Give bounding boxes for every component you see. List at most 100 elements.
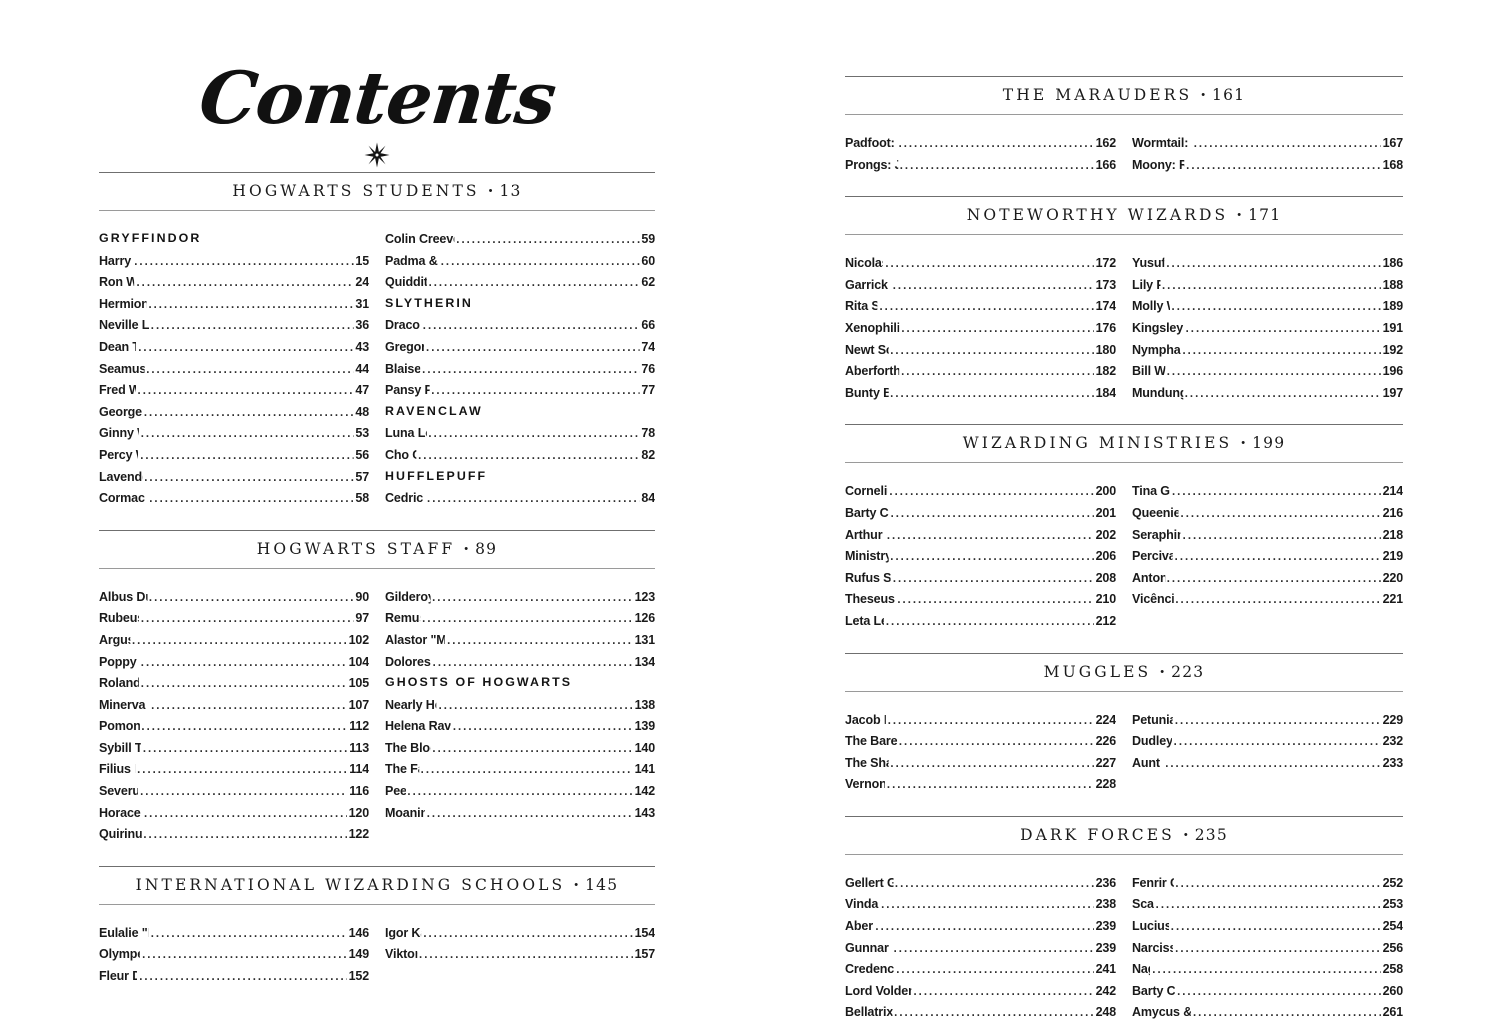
toc-entry[interactable]: Quirinus Quirrell.......................… bbox=[99, 823, 369, 845]
toc-entry[interactable]: Nymphadora Tonks........................… bbox=[1132, 339, 1403, 361]
toc-entry[interactable]: Neville Longbottom......................… bbox=[99, 314, 369, 336]
toc-entry[interactable]: Blaise Zabini...........................… bbox=[385, 358, 655, 380]
toc-entry[interactable]: The Barebone Family.....................… bbox=[845, 730, 1116, 752]
toc-entry[interactable]: Cedric Diggory..........................… bbox=[385, 487, 655, 509]
toc-entry[interactable]: Credence Barebone.......................… bbox=[845, 958, 1116, 980]
toc-entry[interactable]: Queenie Goldstein.......................… bbox=[1132, 502, 1403, 524]
toc-entry[interactable]: Pansy Parkinson.........................… bbox=[385, 379, 655, 401]
toc-entry[interactable]: Lucius Malfoy...........................… bbox=[1132, 915, 1403, 937]
toc-entry[interactable]: Garrick Ollivander......................… bbox=[845, 274, 1116, 296]
toc-entry[interactable]: Wormtail: Peter Pettigrew...............… bbox=[1132, 132, 1403, 154]
toc-entry[interactable]: Aberforth Dumbledore....................… bbox=[845, 360, 1116, 382]
toc-entry[interactable]: Prongs: James Potter....................… bbox=[845, 154, 1116, 176]
toc-entry[interactable]: Amycus & Alecto Carrow..................… bbox=[1132, 1001, 1403, 1023]
toc-entry[interactable]: Xenophilius Lovegood....................… bbox=[845, 317, 1116, 339]
toc-entry[interactable]: Lily Potter.............................… bbox=[1132, 274, 1403, 296]
toc-entry[interactable]: Moony: Remus Lupin......................… bbox=[1132, 154, 1403, 176]
toc-entry[interactable]: Tina Goldstein..........................… bbox=[1132, 480, 1403, 502]
toc-entry[interactable]: Kingsley Shacklebolt....................… bbox=[1132, 317, 1403, 339]
toc-entry[interactable]: Padfoot: Sirius Black...................… bbox=[845, 132, 1116, 154]
toc-entry[interactable]: Dudley Dursley..........................… bbox=[1132, 730, 1403, 752]
toc-entry[interactable]: Rolanda Hooch...........................… bbox=[99, 672, 369, 694]
toc-entry[interactable]: Fenrir Greyback.........................… bbox=[1132, 872, 1403, 894]
toc-entry[interactable]: Padma & Parvati Patil...................… bbox=[385, 250, 655, 272]
toc-entry[interactable]: Ron Weasley.............................… bbox=[99, 271, 369, 293]
toc-entry[interactable]: Gellert Grindelwald.....................… bbox=[845, 872, 1116, 894]
toc-entry[interactable]: Cormac McLaggen.........................… bbox=[99, 487, 369, 509]
toc-entry[interactable]: Newt Scamander..........................… bbox=[845, 339, 1116, 361]
toc-entry[interactable]: Nagini..................................… bbox=[1132, 958, 1403, 980]
toc-entry[interactable]: The Fat Friar...........................… bbox=[385, 758, 655, 780]
toc-entry[interactable]: Nearly Headless Nick....................… bbox=[385, 694, 655, 716]
toc-entry[interactable]: Remus Lupin.............................… bbox=[385, 607, 655, 629]
toc-entry[interactable]: Arthur Weasley..........................… bbox=[845, 524, 1116, 546]
toc-entry[interactable]: Poppy Pomfrey...........................… bbox=[99, 651, 369, 673]
toc-entry[interactable]: Horace Slughorn.........................… bbox=[99, 802, 369, 824]
toc-entry[interactable]: Abernathy...............................… bbox=[845, 915, 1116, 937]
toc-entry[interactable]: Colin Creevey & Nigel Wolpert...........… bbox=[385, 228, 655, 250]
toc-entry[interactable]: Quidditch Team..........................… bbox=[385, 271, 655, 293]
toc-entry[interactable]: Anton Vogel.............................… bbox=[1132, 567, 1403, 589]
toc-entry[interactable]: Argus Filch.............................… bbox=[99, 629, 369, 651]
toc-entry[interactable]: Bellatrix Lestrange.....................… bbox=[845, 1001, 1116, 1023]
toc-entry[interactable]: Filius Flitwick.........................… bbox=[99, 758, 369, 780]
toc-entry[interactable]: Rubeus Hagrid...........................… bbox=[99, 607, 369, 629]
toc-entry[interactable]: Pomona Sprout...........................… bbox=[99, 715, 369, 737]
toc-entry[interactable]: Sybill Trelawney........................… bbox=[99, 737, 369, 759]
toc-entry[interactable]: The Bloody Baron........................… bbox=[385, 737, 655, 759]
toc-entry[interactable]: Cornelius Fudge.........................… bbox=[845, 480, 1116, 502]
toc-entry[interactable]: Bill Weasley............................… bbox=[1132, 360, 1403, 382]
toc-entry[interactable]: Narcissa Malfoy.........................… bbox=[1132, 937, 1403, 959]
toc-entry[interactable]: Draco Malfoy............................… bbox=[385, 314, 655, 336]
toc-entry[interactable]: Fred Weasley............................… bbox=[99, 379, 369, 401]
toc-entry[interactable]: Lord Voldemort & Tom Riddle.............… bbox=[845, 980, 1116, 1002]
toc-entry[interactable]: Fleur Delacour..........................… bbox=[99, 965, 369, 987]
toc-entry[interactable]: Vicência Santos.........................… bbox=[1132, 588, 1403, 610]
toc-entry[interactable]: Minerva McGonagall......................… bbox=[99, 694, 369, 716]
toc-entry[interactable]: Moaning Myrtle..........................… bbox=[385, 802, 655, 824]
toc-entry[interactable]: Rita Skeeter............................… bbox=[845, 295, 1116, 317]
toc-entry[interactable]: Petunia Dursley.........................… bbox=[1132, 709, 1403, 731]
toc-entry[interactable]: Scabior.................................… bbox=[1132, 893, 1403, 915]
toc-entry[interactable]: Ginny Weasley...........................… bbox=[99, 422, 369, 444]
toc-entry[interactable]: Gregory Goyle...........................… bbox=[385, 336, 655, 358]
toc-entry[interactable]: Aunt Marge..............................… bbox=[1132, 752, 1403, 774]
toc-entry[interactable]: Barty Crouch, Jr........................… bbox=[1132, 980, 1403, 1002]
toc-entry[interactable]: Dolores Umbridge........................… bbox=[385, 651, 655, 673]
toc-entry[interactable]: George Weasley..........................… bbox=[99, 401, 369, 423]
toc-entry[interactable]: Olympe Maxime...........................… bbox=[99, 943, 369, 965]
toc-entry[interactable]: Gunnar Grimmson.........................… bbox=[845, 937, 1116, 959]
toc-entry[interactable]: Lavender Brown..........................… bbox=[99, 466, 369, 488]
toc-entry[interactable]: Viktor Krum.............................… bbox=[385, 943, 655, 965]
toc-entry[interactable]: Cho Chang...............................… bbox=[385, 444, 655, 466]
toc-entry[interactable]: Jacob Kowalski..........................… bbox=[845, 709, 1116, 731]
toc-entry[interactable]: Harry Potter............................… bbox=[99, 250, 369, 272]
toc-entry[interactable]: Igor Karkaroff..........................… bbox=[385, 922, 655, 944]
toc-entry[interactable]: Vernon Dursley..........................… bbox=[845, 773, 1116, 795]
toc-entry[interactable]: Alastor "Mad-Eye" Moody.................… bbox=[385, 629, 655, 651]
toc-entry[interactable]: The Shaw Family.........................… bbox=[845, 752, 1116, 774]
toc-entry[interactable]: Seraphina Picquery......................… bbox=[1132, 524, 1403, 546]
toc-entry[interactable]: Gilderoy Lockhart.......................… bbox=[385, 586, 655, 608]
toc-entry[interactable]: Peeves..................................… bbox=[385, 780, 655, 802]
toc-entry[interactable]: Theseus Scamander.......................… bbox=[845, 588, 1116, 610]
toc-entry[interactable]: Rufus Scrimgeour........................… bbox=[845, 567, 1116, 589]
toc-entry[interactable]: Barty Crouch, Sr........................… bbox=[845, 502, 1116, 524]
toc-entry[interactable]: Bunty Broadacre.........................… bbox=[845, 382, 1116, 404]
toc-entry[interactable]: Percival Graves.........................… bbox=[1132, 545, 1403, 567]
toc-entry[interactable]: Dean Thomas.............................… bbox=[99, 336, 369, 358]
toc-entry[interactable]: Albus Dumbledore........................… bbox=[99, 586, 369, 608]
toc-entry[interactable]: Ministry Workers........................… bbox=[845, 545, 1116, 567]
toc-entry[interactable]: Nicolas Flamel..........................… bbox=[845, 252, 1116, 274]
toc-entry[interactable]: Seamus Finnigan.........................… bbox=[99, 358, 369, 380]
toc-entry[interactable]: Yusuf Kama..............................… bbox=[1132, 252, 1403, 274]
toc-entry[interactable]: Percy Weasley...........................… bbox=[99, 444, 369, 466]
toc-entry[interactable]: Eulalie "Lally" Hicks...................… bbox=[99, 922, 369, 944]
toc-entry[interactable]: Luna Lovegood...........................… bbox=[385, 422, 655, 444]
toc-entry[interactable]: Mundungus Fletcher......................… bbox=[1132, 382, 1403, 404]
toc-entry[interactable]: Leta Lestrange..........................… bbox=[845, 610, 1116, 632]
toc-entry[interactable]: Severus Snape...........................… bbox=[99, 780, 369, 802]
toc-entry[interactable]: Vinda Rosier............................… bbox=[845, 893, 1116, 915]
toc-entry[interactable]: Molly Weasley...........................… bbox=[1132, 295, 1403, 317]
toc-entry[interactable]: Helena Ravenclaw/Grey Lady..............… bbox=[385, 715, 655, 737]
